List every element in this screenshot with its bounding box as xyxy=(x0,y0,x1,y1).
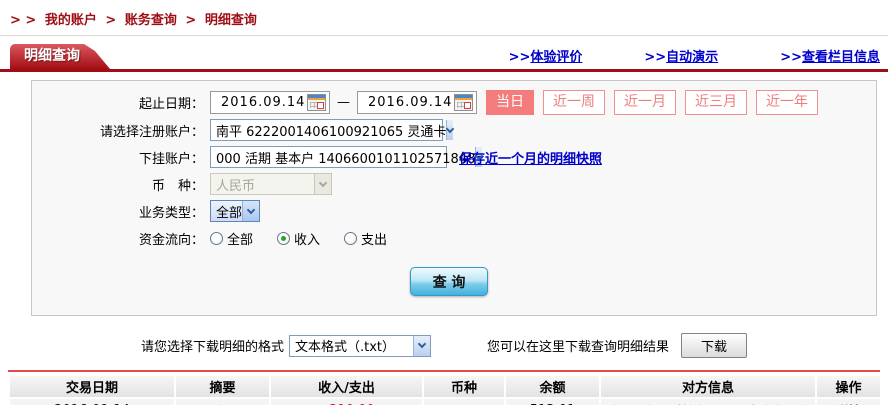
flow-option-income[interactable]: 收入 xyxy=(277,229,320,248)
header-action: 操作 xyxy=(817,376,880,397)
quick-range-today-button[interactable]: 当日 xyxy=(486,90,534,115)
cell-summary: DF提现 xyxy=(176,399,269,405)
link-experience-rating[interactable]: >>体验评价 xyxy=(509,46,583,65)
breadcrumb: > > 我的账户 > 账务查询 > 明细查询 xyxy=(0,0,888,36)
quick-range-month-button[interactable]: 近一月 xyxy=(614,90,676,115)
date-range-row: 起止日期： 2016.09.14 — 2016.09.14 当日 近一周 近一月… xyxy=(32,90,876,115)
cell-action: 详情 xyxy=(817,399,880,405)
radio-checked-icon[interactable] xyxy=(277,232,290,245)
sub-account-select[interactable]: 000 活期 基本户 1406600101102571848 xyxy=(210,146,447,168)
header-currency: 币种 xyxy=(424,376,504,397)
header-transaction-date: 交易日期 xyxy=(10,376,174,397)
link-auto-demo[interactable]: >>自动演示 xyxy=(644,46,718,65)
registered-account-value: 南平 6222001406100921065 灵通卡 xyxy=(216,121,446,140)
download-format-label: 请您选择下载明细的格式 xyxy=(141,336,284,355)
link-prefix: >> xyxy=(509,50,531,65)
cell-transaction-date: 2016-09-14 xyxy=(10,399,174,405)
tab-detail-query[interactable]: 明细查询 xyxy=(10,44,110,69)
download-format-value: 文本格式（.txt） xyxy=(295,336,395,355)
header-counterparty: 对方信息 xyxy=(601,376,815,397)
query-form-panel: 起止日期： 2016.09.14 — 2016.09.14 当日 近一周 近一月… xyxy=(31,80,877,316)
biz-type-value: 全部 xyxy=(216,202,242,221)
cell-amount: +210.00 xyxy=(271,399,422,405)
flow-option-expense-label: 支出 xyxy=(361,229,387,248)
chevron-down-icon[interactable] xyxy=(242,201,259,221)
currency-row: 币 种： 人民币 xyxy=(32,172,876,196)
registered-account-select[interactable]: 南平 6222001406100921065 灵通卡 xyxy=(210,119,443,141)
chevron-down-icon[interactable] xyxy=(446,120,453,140)
header-balance: 余额 xyxy=(506,376,599,397)
calendar-icon[interactable] xyxy=(454,94,473,111)
date-range-dash: — xyxy=(337,95,350,110)
chevron-down-icon xyxy=(314,174,331,194)
sub-account-value: 000 活期 基本户 1406600101102571848 xyxy=(216,148,475,167)
link-label: 查看栏目信息 xyxy=(802,50,880,65)
transactions-table: 交易日期 摘要 收入/支出 币种 余额 对方信息 操作 2016-09-14 D… xyxy=(8,374,882,405)
table-top-red-line xyxy=(8,370,880,372)
date-from-value: 2016.09.14 xyxy=(221,95,307,110)
biz-type-select[interactable]: 全部 xyxy=(210,200,260,222)
calendar-icon[interactable] xyxy=(307,94,326,111)
quick-range-week-button[interactable]: 近一周 xyxy=(543,90,605,115)
date-from-input[interactable]: 2016.09.14 xyxy=(210,91,330,114)
table-header-row: 交易日期 摘要 收入/支出 币种 余额 对方信息 操作 xyxy=(10,376,880,397)
flow-option-expense[interactable]: 支出 xyxy=(344,229,387,248)
quick-range-3months-button[interactable]: 近三月 xyxy=(685,90,747,115)
link-label: 体验评价 xyxy=(530,50,582,65)
biz-type-label: 业务类型： xyxy=(32,202,204,221)
top-links: >>体验评价 >>自动演示 >>查看栏目信息 xyxy=(509,46,888,69)
currency-value: 人民币 xyxy=(216,175,255,194)
date-to-input[interactable]: 2016.09.14 xyxy=(357,91,477,114)
sub-account-row: 下挂账户： 000 活期 基本户 1406600101102571848 保存近… xyxy=(32,145,876,169)
sub-account-label: 下挂账户： xyxy=(32,148,204,167)
flow-option-all-label: 全部 xyxy=(227,229,253,248)
breadcrumb-prefix: > > xyxy=(10,13,36,28)
breadcrumb-item-detail-query[interactable]: 明细查询 xyxy=(205,13,257,28)
registered-account-row: 请选择注册账户： 南平 6222001406100921065 灵通卡 xyxy=(32,118,876,142)
biz-type-row: 业务类型： 全部 xyxy=(32,199,876,223)
flow-option-income-label: 收入 xyxy=(294,229,320,248)
currency-label: 币 种： xyxy=(32,175,204,194)
cell-counterparty: 财付通支付科技有限公司客户备付金 xyxy=(601,399,815,405)
cell-currency: 人民币 xyxy=(424,399,504,405)
chevron-down-icon[interactable] xyxy=(413,336,430,356)
query-button[interactable]: 查 询 xyxy=(410,267,488,296)
download-format-select[interactable]: 文本格式（.txt） xyxy=(289,335,431,357)
radio-icon[interactable] xyxy=(210,232,223,245)
calendar-grid xyxy=(310,102,323,108)
link-label: 自动演示 xyxy=(666,50,718,65)
link-prefix: >> xyxy=(780,50,802,65)
cell-balance: 513.01 xyxy=(506,399,599,405)
download-result-label: 您可以在这里下载查询明细结果 xyxy=(487,336,669,355)
breadcrumb-item-account-query[interactable]: 账务查询 xyxy=(125,13,177,28)
query-button-row: 查 询 xyxy=(32,267,876,296)
link-view-column-info[interactable]: >>查看栏目信息 xyxy=(780,46,880,65)
quick-range-year-button[interactable]: 近一年 xyxy=(756,90,818,115)
breadcrumb-item-my-account[interactable]: 我的账户 xyxy=(45,13,97,28)
calendar-grid xyxy=(457,102,470,108)
header-income-expense: 收入/支出 xyxy=(271,376,422,397)
fund-flow-row: 资金流向： 全部 收入 支出 xyxy=(32,226,876,250)
tab-bar: 明细查询 >>体验评价 >>自动演示 >>查看栏目信息 xyxy=(0,43,888,69)
fund-flow-label: 资金流向： xyxy=(32,229,204,248)
radio-icon[interactable] xyxy=(344,232,357,245)
registered-account-label: 请选择注册账户： xyxy=(32,121,204,140)
breadcrumb-separator: > xyxy=(105,13,116,28)
date-range-label: 起止日期： xyxy=(32,93,204,112)
header-summary: 摘要 xyxy=(176,376,269,397)
download-row: 请您选择下载明细的格式 文本格式（.txt） 您可以在这里下载查询明细结果 下载 xyxy=(0,333,888,358)
date-to-value: 2016.09.14 xyxy=(368,95,454,110)
link-prefix: >> xyxy=(644,50,666,65)
red-divider xyxy=(0,69,888,72)
fund-flow-radio-group: 全部 收入 支出 xyxy=(210,229,411,248)
currency-select-disabled: 人民币 xyxy=(210,173,332,195)
table-row: 2016-09-14 DF提现 +210.00 人民币 513.01 财付通支付… xyxy=(10,399,880,405)
download-button[interactable]: 下载 xyxy=(681,333,747,358)
flow-option-all[interactable]: 全部 xyxy=(210,229,253,248)
breadcrumb-separator: > xyxy=(185,13,196,28)
